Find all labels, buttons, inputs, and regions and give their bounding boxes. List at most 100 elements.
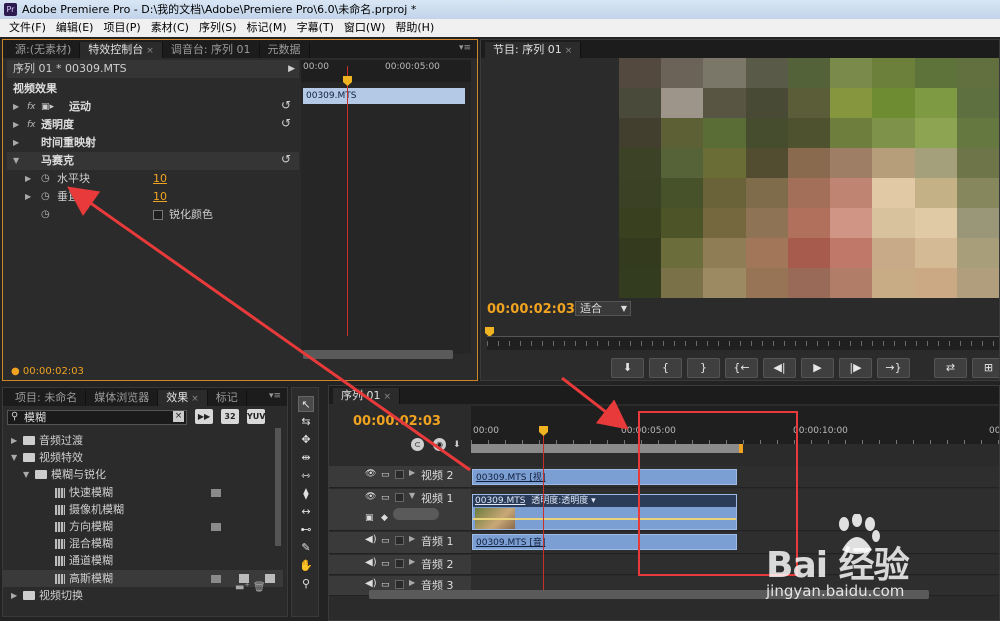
effects-tree-item[interactable]: 快速模糊 <box>3 484 283 501</box>
menu-sequence[interactable]: 序列(S) <box>194 19 242 37</box>
delete-icon[interactable]: 🗑 <box>253 582 266 593</box>
expand-triangle-icon[interactable]: ▶ <box>13 134 19 152</box>
tab-sequence-01[interactable]: 序列 01 × <box>333 388 401 404</box>
effect-panel-timecode[interactable]: ● 00:00:02:03 <box>11 366 84 377</box>
tree-toggle-icon[interactable]: ▶ <box>11 587 17 604</box>
lock-toggle[interactable] <box>395 470 404 479</box>
effects-tree-item[interactable]: ▼ 模糊与锐化 <box>3 466 283 483</box>
collapse-triangle-icon[interactable]: ▼ <box>409 491 415 500</box>
step-back-button[interactable]: ◀| <box>763 358 796 378</box>
close-icon[interactable]: × <box>146 46 154 56</box>
menu-window[interactable]: 窗口(W) <box>339 19 390 37</box>
reset-icon[interactable]: ↺ <box>281 98 293 112</box>
tab-audio-mixer[interactable]: 调音台: 序列 01 <box>163 42 260 58</box>
add-marker-button[interactable]: ⬇ <box>611 358 644 378</box>
effects-tree-item[interactable]: 混合模糊 <box>3 535 283 552</box>
zoom-fit-dropdown[interactable]: 适合 ▼ <box>575 301 631 316</box>
lock-toggle[interactable] <box>395 493 404 502</box>
expand-triangle-icon[interactable]: ▶ <box>409 534 415 543</box>
collapse-triangle-icon[interactable]: ▼ <box>13 152 19 170</box>
stopwatch-icon[interactable]: ◷ <box>41 170 50 188</box>
menu-project[interactable]: 项目(P) <box>98 19 145 37</box>
menu-clip[interactable]: 素材(C) <box>146 19 194 37</box>
reset-icon[interactable]: ↺ <box>281 152 293 166</box>
sequence-marker-icon[interactable]: ◉ <box>433 438 446 451</box>
go-to-out-button[interactable]: →} <box>877 358 910 378</box>
eye-icon[interactable]: 👁 <box>365 469 376 479</box>
display-style-icon[interactable]: ▣ <box>365 513 374 523</box>
selection-tool-icon[interactable]: ↖ <box>298 396 314 412</box>
close-icon[interactable]: × <box>565 46 573 56</box>
mini-timeline-clip[interactable]: 00309.MTS <box>303 88 465 104</box>
audio-display-icon[interactable]: ▭ <box>381 536 390 546</box>
program-timecode[interactable]: 00:00:02:03 <box>487 302 575 317</box>
play-button[interactable]: ▶ <box>801 358 834 378</box>
speaker-icon[interactable]: ◀) <box>365 578 377 589</box>
menu-help[interactable]: 帮助(H) <box>390 19 439 37</box>
effects-tree-item[interactable]: ▼ 视频特效 <box>3 449 283 466</box>
tree-toggle-icon[interactable]: ▶ <box>11 432 17 449</box>
stopwatch-icon[interactable]: ◷ <box>41 206 50 224</box>
expand-triangle-icon[interactable]: ▶ <box>409 557 415 566</box>
lock-toggle[interactable] <box>395 580 404 589</box>
param-value[interactable]: 10 <box>153 188 167 206</box>
hand-tool-icon[interactable]: ✋ <box>298 558 314 574</box>
expand-triangle-icon[interactable]: ▶ <box>13 116 19 134</box>
expand-timeline-icon[interactable]: ▶ <box>288 60 295 78</box>
tab-metadata[interactable]: 元数据 <box>260 42 310 58</box>
rate-stretch-tool-icon[interactable]: ⇿ <box>298 468 314 484</box>
eye-icon[interactable]: 👁 <box>365 492 376 502</box>
track-select-tool-icon[interactable]: ⇆ <box>298 414 314 430</box>
keyframe-navigator[interactable] <box>393 508 439 520</box>
param-value[interactable]: 10 <box>153 170 167 188</box>
step-forward-button[interactable]: |▶ <box>839 358 872 378</box>
mark-out-button[interactable]: } <box>687 358 720 378</box>
camera-icon[interactable]: ▭ <box>381 470 390 480</box>
ripple-edit-tool-icon[interactable]: ✥ <box>298 432 314 448</box>
menu-edit[interactable]: 编辑(E) <box>51 19 99 37</box>
expand-triangle-icon[interactable]: ▶ <box>25 188 31 206</box>
effects-tree-item[interactable]: ▶ 音频过渡 <box>3 432 283 449</box>
timeline-timecode[interactable]: 00:00:02:03 <box>353 414 441 429</box>
panel-menu-icon[interactable]: ▾≡ <box>459 43 471 53</box>
reset-icon[interactable]: ↺ <box>281 116 293 130</box>
effect-time-remap[interactable]: ▶ 时间重映射 <box>7 134 299 152</box>
menu-file[interactable]: 文件(F) <box>4 19 51 37</box>
slide-tool-icon[interactable]: ⊷ <box>298 522 314 538</box>
extract-button[interactable]: ⊞ <box>972 358 999 378</box>
stopwatch-icon[interactable]: ◷ <box>41 188 50 206</box>
program-scrub-bar[interactable] <box>487 336 999 350</box>
tree-toggle-icon[interactable]: ▼ <box>11 449 17 466</box>
slip-tool-icon[interactable]: ↔ <box>298 504 314 520</box>
lock-toggle[interactable] <box>395 536 404 545</box>
camera-icon[interactable]: ▭ <box>381 493 390 503</box>
snap-icon[interactable]: ⊂ <box>411 438 424 451</box>
effect-opacity[interactable]: ▶ fx 透明度 ↺ <box>7 116 299 134</box>
mini-timeline-ruler[interactable]: 00:00 00:00:05:00 <box>301 60 471 82</box>
expand-triangle-icon[interactable]: ▶ <box>13 98 19 116</box>
effects-tree-item[interactable]: 方向模糊 <box>3 518 283 535</box>
audio-display-icon[interactable]: ▭ <box>381 580 390 590</box>
lock-toggle[interactable] <box>395 559 404 568</box>
add-marker-icon[interactable]: ⬇ <box>453 440 461 450</box>
keyframe-icon[interactable]: ◆ <box>381 513 388 523</box>
rolling-edit-tool-icon[interactable]: ⇹ <box>298 450 314 466</box>
sharpen-colors-checkbox[interactable] <box>153 210 163 220</box>
effects-tree-item[interactable]: 摄像机模糊 <box>3 501 283 518</box>
tab-source[interactable]: 源:(无素材) <box>7 42 81 58</box>
expand-triangle-icon[interactable]: ▶ <box>25 170 31 188</box>
mini-playhead-handle[interactable] <box>343 76 352 86</box>
tree-toggle-icon[interactable]: ▼ <box>23 466 29 483</box>
speaker-icon[interactable]: ◀) <box>365 534 377 545</box>
tab-program[interactable]: 节目: 序列 01 × <box>485 42 582 58</box>
close-icon[interactable]: × <box>384 392 392 402</box>
fx-icon[interactable]: fx <box>27 116 36 134</box>
effects-scrollbar[interactable] <box>275 428 281 546</box>
timeline-playhead-line[interactable] <box>543 432 544 592</box>
zoom-tool-icon[interactable]: ⚲ <box>298 576 314 592</box>
effects-tree-item[interactable]: 通道模糊 <box>3 552 283 569</box>
mark-in-button[interactable]: { <box>649 358 682 378</box>
clip-effect-dropdown[interactable]: 透明度:透明度 ▾ <box>531 496 595 506</box>
effect-motion[interactable]: ▶ fx ▣▸ 运动 ↺ <box>7 98 299 116</box>
razor-tool-icon[interactable]: ⧫ <box>298 486 314 502</box>
